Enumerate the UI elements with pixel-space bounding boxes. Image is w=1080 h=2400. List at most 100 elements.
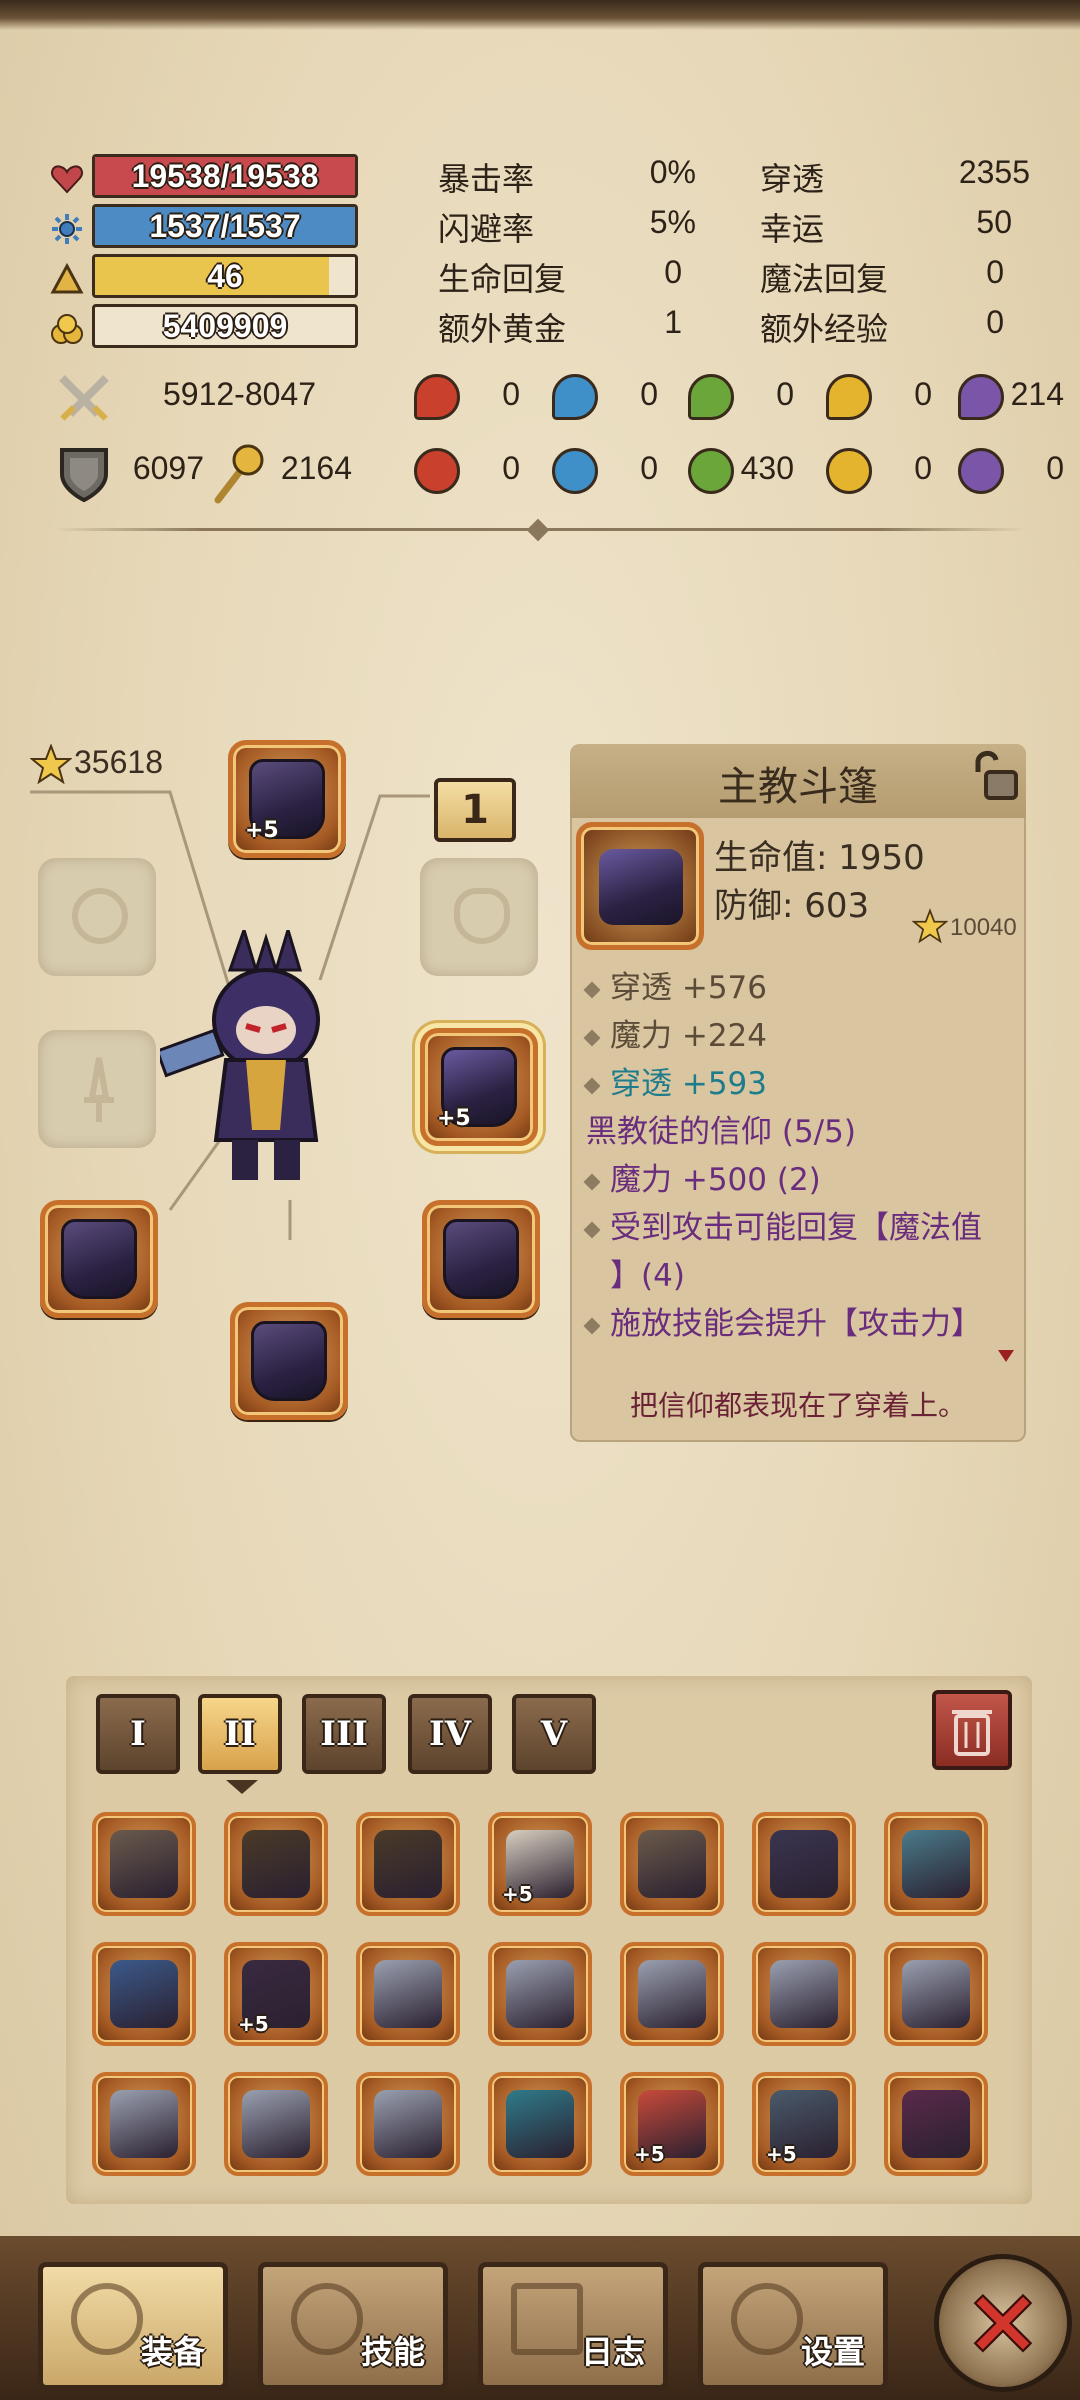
resist-element-nature-value: 430: [740, 450, 794, 486]
inventory-item[interactable]: [224, 2072, 328, 2176]
tooltip-attribute-text: 穿透 +576: [610, 970, 767, 1006]
stat-label-extra-gold: 额外黄金: [438, 310, 567, 348]
tooltip-attribute-line: 穿透 +576: [583, 962, 767, 1007]
item-art: [506, 1960, 574, 2028]
inventory-item[interactable]: +5: [620, 2072, 724, 2176]
tooltip-attribute-line: 穿透 +593: [583, 1058, 767, 1103]
armor-slot[interactable]: [422, 1200, 540, 1318]
inventory-tab-4[interactable]: IV: [408, 1694, 492, 1774]
item-upgrade-level: +5: [502, 1882, 533, 1906]
ring-slot-empty[interactable]: [38, 858, 156, 976]
stat-value-mp-regen: 0: [986, 254, 1004, 290]
stat-value-extra-exp: 0: [986, 304, 1004, 340]
inventory-item[interactable]: [620, 1942, 724, 2046]
nav-skills-button[interactable]: 技能: [258, 2262, 448, 2390]
inventory-item[interactable]: [752, 1812, 856, 1916]
attack-element-water-value: 0: [640, 376, 658, 412]
mp-value: 1537/1537: [149, 207, 301, 244]
tooltip-attribute-text: 魔力 +224: [610, 1018, 767, 1054]
stat-label-hp-regen: 生命回复: [438, 260, 567, 298]
inventory-item[interactable]: [92, 1942, 196, 2046]
tooltip-star-icon: [912, 908, 948, 944]
inventory-item[interactable]: [752, 1942, 856, 2046]
nav-log-button[interactable]: 日志: [478, 2262, 668, 2390]
item-tooltip: 主教斗篷 生命值: 1950 防御: 603 10040 穿透 +576 魔力 +…: [570, 744, 1026, 1442]
log-scroll-icon: [511, 2283, 583, 2355]
inventory-item[interactable]: [884, 2072, 988, 2176]
item-art: [902, 2090, 970, 2158]
bullet-diamond-icon: [583, 1077, 601, 1094]
resist-element-dark-icon: [958, 448, 1004, 494]
inventory-item[interactable]: +5: [488, 1812, 592, 1916]
tooltip-attribute-text: 穿透 +593: [610, 1066, 767, 1102]
inventory-item[interactable]: [488, 2072, 592, 2176]
skill-icon: [291, 2283, 363, 2355]
tooltip-attribute-text: 黑教徒的信仰 (5/5): [586, 1114, 856, 1150]
trash-button[interactable]: [932, 1690, 1012, 1770]
item-upgrade-level: +5: [238, 2012, 269, 2036]
resist-element-nature-icon: [688, 448, 734, 494]
hero-character: [160, 930, 320, 1180]
close-button[interactable]: ✕: [934, 2254, 1072, 2392]
inventory-tab-5[interactable]: V: [512, 1694, 596, 1774]
inventory-item[interactable]: [92, 1812, 196, 1916]
nav-settings-button[interactable]: 设置: [698, 2262, 888, 2390]
inventory-item[interactable]: [356, 2072, 460, 2176]
stat-value-penetration: 2355: [958, 154, 1030, 190]
gloves-slot[interactable]: [40, 1200, 158, 1318]
slot-count-badge[interactable]: 1: [434, 778, 516, 842]
inventory-item[interactable]: +5: [224, 1942, 328, 2046]
helmet-upgrade-level: +5: [245, 818, 279, 843]
item-art: [770, 1830, 838, 1898]
item-upgrade-level: +5: [634, 2142, 665, 2166]
nav-equipment-label: 装备: [140, 2333, 205, 2371]
helmet-slot[interactable]: +5: [228, 740, 346, 858]
inventory-item[interactable]: +5: [752, 2072, 856, 2176]
inventory-tab-1[interactable]: I: [96, 1694, 180, 1774]
hp-bar: 19538/19538: [92, 154, 358, 198]
inventory-item[interactable]: [884, 1812, 988, 1916]
item-art: [902, 1830, 970, 1898]
item-art: [374, 1830, 442, 1898]
tooltip-hp-line: 生命值: 1950: [714, 838, 925, 878]
gold-value: 5409909: [162, 307, 288, 344]
item-upgrade-level: +5: [766, 2142, 797, 2166]
item-art: [638, 1830, 706, 1898]
stat-value-hp-regen: 0: [664, 254, 682, 290]
inventory-item[interactable]: [224, 1812, 328, 1916]
tooltip-attribute-line: 受到攻击可能回复【魔法值: [583, 1202, 982, 1247]
inventory-item[interactable]: [92, 2072, 196, 2176]
item-art: [374, 2090, 442, 2158]
cloak-slot[interactable]: +5: [420, 1028, 538, 1146]
scroll-down-indicator[interactable]: [998, 1350, 1014, 1362]
attack-element-nature-value: 0: [776, 376, 794, 412]
tooltip-item-icon: [576, 822, 704, 950]
inventory-item[interactable]: [356, 1812, 460, 1916]
amulet-placeholder-icon: [454, 888, 510, 944]
gold-bar: 5409909: [92, 304, 358, 348]
armor-gear: [443, 1219, 519, 1299]
amulet-slot-empty[interactable]: [420, 858, 538, 976]
inventory-item[interactable]: [356, 1942, 460, 2046]
inventory-tab-3[interactable]: III: [302, 1694, 386, 1774]
item-art: [506, 2090, 574, 2158]
resist-element-fire-icon: [414, 448, 460, 494]
inventory-item[interactable]: [620, 1812, 724, 1916]
boots-gear: [251, 1321, 327, 1401]
inventory-item[interactable]: [884, 1942, 988, 2046]
inventory-item[interactable]: [488, 1942, 592, 2046]
stat-label-crit: 暴击率: [438, 160, 535, 198]
tooltip-attribute-text: 魔力 +500 (2): [610, 1162, 821, 1198]
resist-element-fire-value: 0: [502, 450, 520, 486]
mana-icon: [52, 214, 82, 244]
attack-range: 5912-8047: [162, 376, 316, 412]
boots-slot[interactable]: [230, 1302, 348, 1420]
lock-icon[interactable]: [968, 748, 1020, 804]
tooltip-attribute-line: 】(4): [610, 1250, 685, 1295]
tooltip-attribute-text: 受到攻击可能回复【魔法值: [610, 1210, 982, 1246]
stat-value-luck: 50: [976, 204, 1012, 240]
weapon-slot-empty[interactable]: [38, 1030, 156, 1148]
nav-equipment-button[interactable]: 装备: [38, 2262, 228, 2390]
tooltip-flavor-text: 把信仰都表现在了穿着上。: [629, 1389, 966, 1422]
inventory-tab-2[interactable]: II: [198, 1694, 282, 1774]
